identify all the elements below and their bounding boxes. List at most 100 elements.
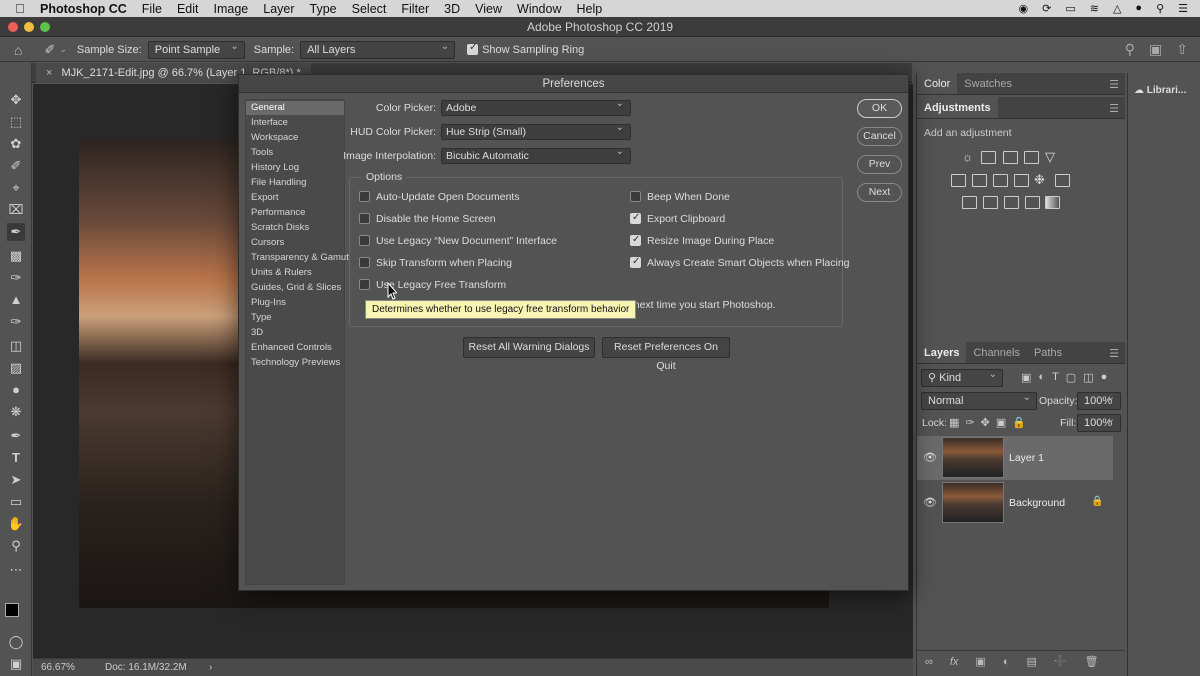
status-menu-arrow[interactable]: › — [209, 659, 212, 676]
legacy-new-document-checkbox[interactable] — [359, 235, 370, 246]
layer-row-background[interactable]: 👁 Background 🔒 — [917, 481, 1113, 525]
filter-type-icon[interactable]: T — [1052, 371, 1059, 384]
next-button[interactable]: Next — [857, 183, 902, 202]
nav-technology-previews[interactable]: Technology Previews — [246, 356, 344, 370]
curves-icon[interactable] — [1003, 151, 1018, 164]
sample-size-select[interactable]: Point Sample — [147, 39, 245, 59]
creative-cloud-icon[interactable]: ◉ — [1018, 2, 1028, 15]
gradient-map-icon[interactable] — [1045, 196, 1060, 209]
menu-help[interactable]: Help — [577, 2, 603, 16]
tab-color[interactable]: Color — [917, 73, 958, 94]
menu-window[interactable]: Window — [517, 2, 561, 16]
panel-menu-icon[interactable]: ☰ — [1109, 102, 1119, 115]
color-lookup-icon[interactable] — [1055, 174, 1070, 187]
layer-style-icon[interactable]: fx — [950, 656, 959, 668]
reset-warning-dialogs-button[interactable]: Reset All Warning Dialogs — [463, 337, 595, 358]
image-interpolation-select[interactable]: Bicubic Automatic — [441, 145, 631, 164]
airplay-icon[interactable]: △ — [1113, 2, 1121, 15]
layer-name[interactable]: Background — [1009, 497, 1065, 509]
beep-when-done-checkbox[interactable] — [630, 191, 641, 202]
menu-image[interactable]: Image — [214, 2, 249, 16]
eyedropper-preset-icon[interactable]: ✐ — [44, 42, 55, 58]
disable-home-screen-option[interactable]: Disable the Home Screen — [359, 212, 496, 226]
export-clipboard-option[interactable]: Export Clipboard — [630, 211, 725, 226]
skip-transform-checkbox[interactable] — [359, 257, 370, 268]
nav-export[interactable]: Export — [246, 191, 344, 205]
tab-channels[interactable]: Channels — [966, 342, 1026, 363]
new-group-icon[interactable]: ▤ — [1026, 655, 1036, 668]
prev-button[interactable]: Prev — [857, 155, 902, 174]
filter-smart-object-icon[interactable]: ◫ — [1083, 371, 1093, 384]
fill-input[interactable]: 100% — [1077, 412, 1121, 432]
color-balance-icon[interactable] — [972, 174, 987, 187]
legacy-new-document-option[interactable]: Use Legacy “New Document” Interface — [359, 234, 557, 248]
lasso-tool-icon[interactable]: ✿ — [7, 135, 25, 153]
healing-brush-tool-icon[interactable]: ▩ — [7, 247, 25, 265]
exposure-icon[interactable] — [1024, 151, 1039, 164]
nav-enhanced-controls[interactable]: Enhanced Controls — [246, 341, 344, 355]
tab-adjustments[interactable]: Adjustments — [917, 97, 998, 118]
menu-select[interactable]: Select — [352, 2, 387, 16]
smart-objects-checkbox[interactable] — [630, 255, 641, 269]
clone-stamp-tool-icon[interactable]: ▲ — [7, 291, 25, 309]
brightness-contrast-icon[interactable]: ☼ — [962, 150, 973, 164]
layer-name[interactable]: Layer 1 — [1009, 452, 1044, 464]
close-window-button[interactable] — [8, 22, 18, 32]
display-icon[interactable]: ▭ — [1065, 2, 1075, 15]
menu-3d[interactable]: 3D — [444, 2, 460, 16]
quick-mask-icon[interactable]: ◯ — [7, 633, 25, 651]
skip-transform-option[interactable]: Skip Transform when Placing — [359, 256, 512, 270]
vibrance-icon[interactable]: ▽ — [1045, 149, 1055, 165]
hue-saturation-icon[interactable] — [951, 174, 966, 187]
screen-mode-icon[interactable]: ▣ — [7, 655, 25, 673]
filter-pixel-icon[interactable]: ▣ — [1021, 371, 1031, 384]
chevron-down-icon[interactable]: ⌄ — [59, 44, 67, 55]
eraser-tool-icon[interactable]: ◫ — [7, 337, 25, 355]
levels-icon[interactable] — [981, 151, 996, 164]
selective-color-icon[interactable] — [1025, 196, 1040, 209]
posterize-icon[interactable] — [983, 196, 998, 209]
nav-history-log[interactable]: History Log — [246, 161, 344, 175]
menu-edit[interactable]: Edit — [177, 2, 199, 16]
filter-adjustment-icon[interactable]: ◐ — [1038, 371, 1045, 384]
app-menu[interactable]: Photoshop CC — [40, 2, 127, 16]
sampling-ring-checkbox[interactable] — [467, 42, 479, 55]
opacity-input[interactable]: 100% — [1077, 390, 1121, 410]
lock-all-icon[interactable]: 🔒 — [1012, 416, 1026, 429]
menu-filter[interactable]: Filter — [401, 2, 429, 16]
more-tools-icon[interactable]: ⋯ — [7, 561, 25, 579]
wifi-icon[interactable]: ≋ — [1090, 2, 1099, 15]
home-icon[interactable]: ⌂ — [14, 42, 22, 58]
foreground-color-swatch[interactable] — [5, 603, 19, 617]
libraries-button[interactable]: ☁ Librari... — [1134, 85, 1186, 96]
visibility-eye-icon[interactable]: 👁 — [923, 496, 937, 509]
link-layers-icon[interactable]: ∞ — [925, 656, 933, 668]
photo-filter-icon[interactable] — [1014, 174, 1029, 187]
sample-select[interactable]: All Layers — [300, 39, 456, 59]
panel-menu-icon[interactable]: ☰ — [1109, 78, 1119, 91]
auto-update-open-documents-option[interactable]: Auto-Update Open Documents — [359, 190, 520, 204]
nav-file-handling[interactable]: File Handling — [246, 176, 344, 190]
menu-view[interactable]: View — [475, 2, 502, 16]
filter-toggle-icon[interactable]: ● — [1101, 371, 1108, 384]
channel-mixer-icon[interactable]: ❉ — [1034, 172, 1045, 188]
black-white-icon[interactable] — [993, 174, 1008, 187]
control-center-icon[interactable]: ☰ — [1178, 2, 1188, 15]
history-brush-tool-icon[interactable]: ✑ — [7, 313, 25, 331]
resize-image-checkbox[interactable] — [630, 233, 641, 247]
brush-tool-icon[interactable]: ✑ — [7, 269, 25, 287]
menu-layer[interactable]: Layer — [263, 2, 294, 16]
threshold-icon[interactable] — [1004, 196, 1019, 209]
pen-tool-icon[interactable]: ✒ — [7, 427, 25, 445]
layer-filter-select[interactable]: ⚲ Kind — [921, 367, 1003, 387]
menu-type[interactable]: Type — [310, 2, 337, 16]
add-mask-icon[interactable]: ▣ — [975, 655, 985, 668]
zoom-tool-icon[interactable]: ⚲ — [7, 537, 25, 555]
tab-swatches[interactable]: Swatches — [957, 73, 1019, 94]
filter-shape-icon[interactable]: ▢ — [1066, 371, 1076, 384]
new-adjustment-icon[interactable]: ◐ — [1003, 656, 1010, 668]
auto-update-checkbox[interactable] — [359, 191, 370, 202]
apple-menu-icon[interactable]:  — [0, 1, 40, 16]
sync-icon[interactable]: ⟳ — [1042, 2, 1051, 15]
visibility-eye-icon[interactable]: 👁 — [923, 451, 937, 464]
